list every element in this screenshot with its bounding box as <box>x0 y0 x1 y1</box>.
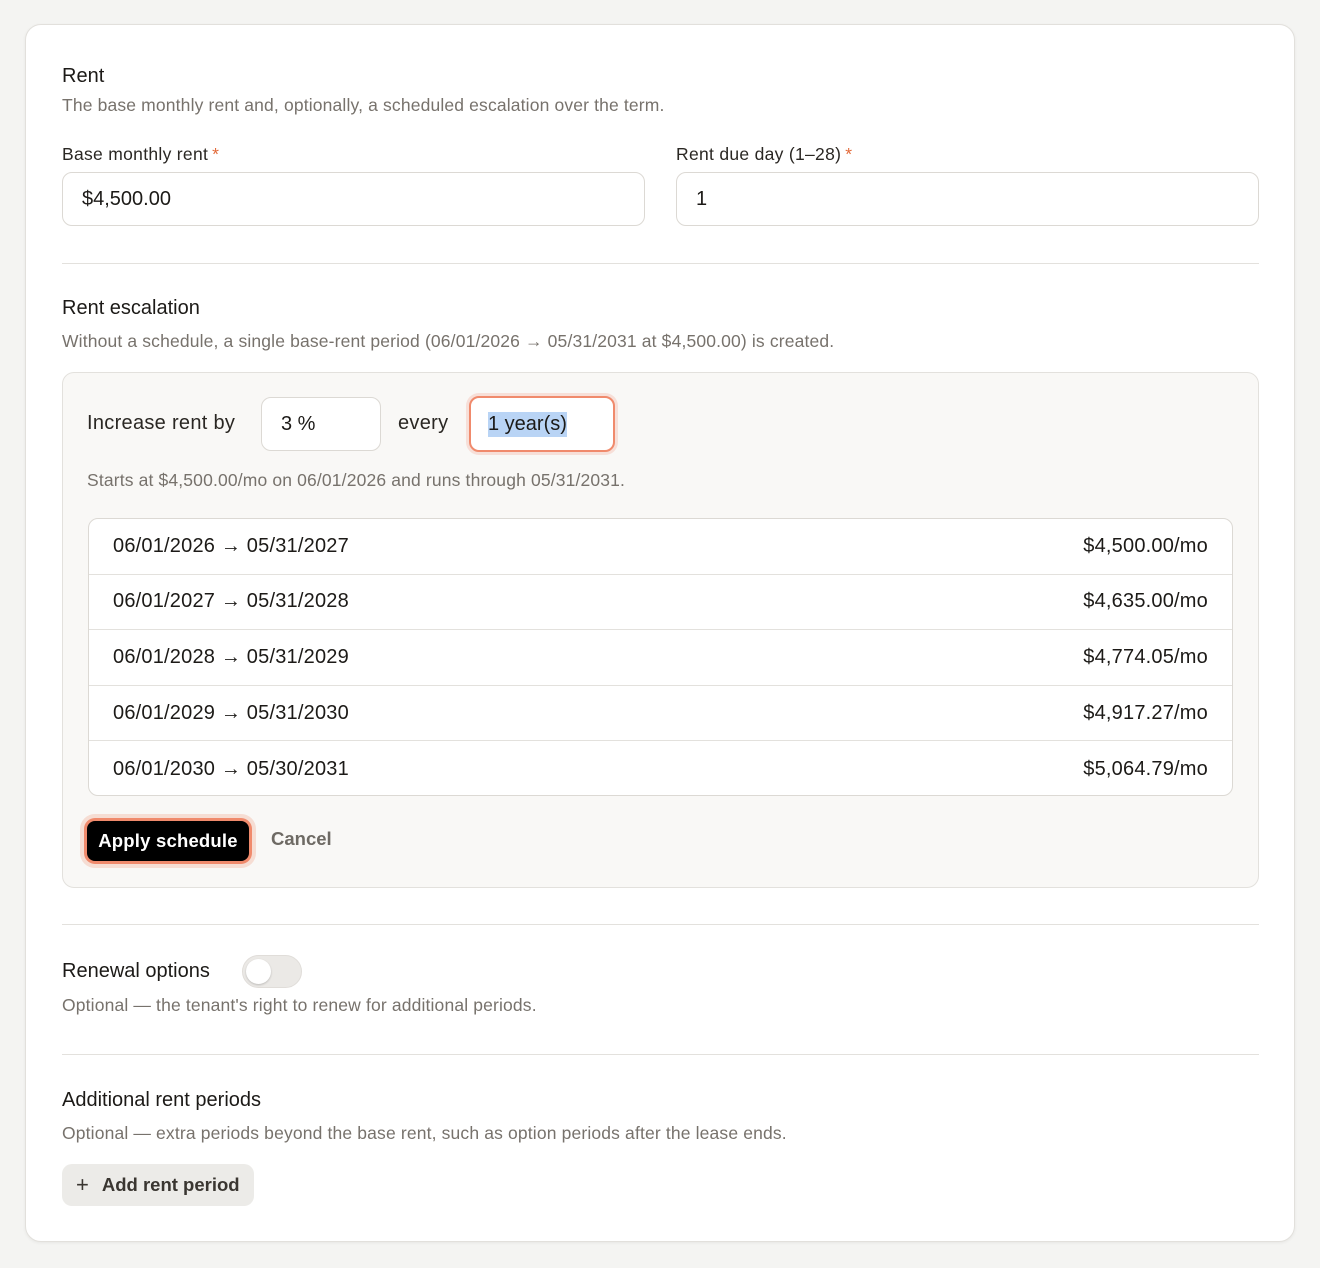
additional-title: Additional rent periods <box>62 1089 262 1111</box>
period-range: 06/01/2029 → 05/31/2030 <box>113 701 349 724</box>
table-row: 06/01/2029 → 05/31/2030 $4,917.27/mo <box>89 686 1232 742</box>
table-row: 06/01/2026 → 05/31/2027 $4,500.00/mo <box>89 519 1232 575</box>
base-rent-input[interactable]: $4,500.00 <box>62 172 645 226</box>
period-amount: $4,917.27/mo <box>1083 701 1208 724</box>
schedule-summary: Starts at $4,500.00/mo on 06/01/2026 and… <box>87 470 626 490</box>
escalation-subtitle: Without a schedule, a single base-rent p… <box>62 331 835 351</box>
period-range: 06/01/2028 → 05/31/2029 <box>113 645 349 668</box>
divider <box>62 1054 1259 1055</box>
divider <box>62 263 1259 264</box>
due-day-value: 1 <box>696 187 708 210</box>
period-amount: $5,064.79/mo <box>1083 757 1208 780</box>
increase-label: Increase rent by <box>87 412 236 434</box>
rent-card: Rent The base monthly rent and, optional… <box>25 24 1295 1242</box>
escalation-editor: Increase rent by 3 % every 1 year(s) Sta… <box>62 372 1259 888</box>
due-day-input[interactable]: 1 <box>676 172 1259 226</box>
table-row: 06/01/2030 → 05/30/2031 $5,064.79/mo <box>89 741 1232 795</box>
renewal-subtitle: Optional — the tenant's right to renew f… <box>62 995 537 1015</box>
renewal-toggle[interactable] <box>242 955 302 988</box>
percent-input[interactable]: 3 % <box>261 397 381 451</box>
base-rent-label-text: Base monthly rent <box>62 144 209 164</box>
period-amount: $4,774.05/mo <box>1083 645 1208 668</box>
period-amount: $4,635.00/mo <box>1083 590 1208 613</box>
period-range: 06/01/2026 → 05/31/2027 <box>113 534 349 557</box>
rent-section-subtitle: The base monthly rent and, optionally, a… <box>62 95 665 115</box>
base-rent-label: Base monthly rent * <box>62 144 219 165</box>
rent-section-title: Rent <box>62 65 105 87</box>
apply-schedule-button[interactable]: Apply schedule <box>87 821 249 861</box>
percent-value: 3 % <box>281 412 316 435</box>
period-range: 06/01/2027 → 05/31/2028 <box>113 590 349 613</box>
period-range: 06/01/2030 → 05/30/2031 <box>113 757 349 780</box>
plus-icon: + <box>76 1172 89 1197</box>
table-row: 06/01/2027 → 05/31/2028 $4,635.00/mo <box>89 575 1232 631</box>
period-value: 1 year(s) <box>488 411 567 437</box>
base-rent-value: $4,500.00 <box>82 187 171 210</box>
escalation-title: Rent escalation <box>62 297 200 319</box>
required-mark: * <box>845 144 853 164</box>
table-row: 06/01/2028 → 05/31/2029 $4,774.05/mo <box>89 630 1232 686</box>
every-label: every <box>398 412 449 434</box>
renewal-title: Renewal options <box>62 960 210 982</box>
period-input[interactable]: 1 year(s) <box>469 396 615 452</box>
schedule-table: 06/01/2026 → 05/31/2027 $4,500.00/mo 06/… <box>88 518 1233 796</box>
additional-subtitle: Optional — extra periods beyond the base… <box>62 1123 787 1143</box>
add-rent-period-label: Add rent period <box>101 1174 240 1195</box>
due-day-label: Rent due day (1–28) * <box>676 144 852 165</box>
toggle-knob <box>246 959 271 984</box>
cancel-button[interactable]: Cancel <box>271 828 332 850</box>
required-mark: * <box>212 144 220 164</box>
due-day-label-text: Rent due day (1–28) <box>676 144 842 164</box>
period-amount: $4,500.00/mo <box>1083 534 1208 557</box>
add-rent-period-button[interactable]: + Add rent period <box>62 1164 254 1206</box>
divider <box>62 924 1259 925</box>
